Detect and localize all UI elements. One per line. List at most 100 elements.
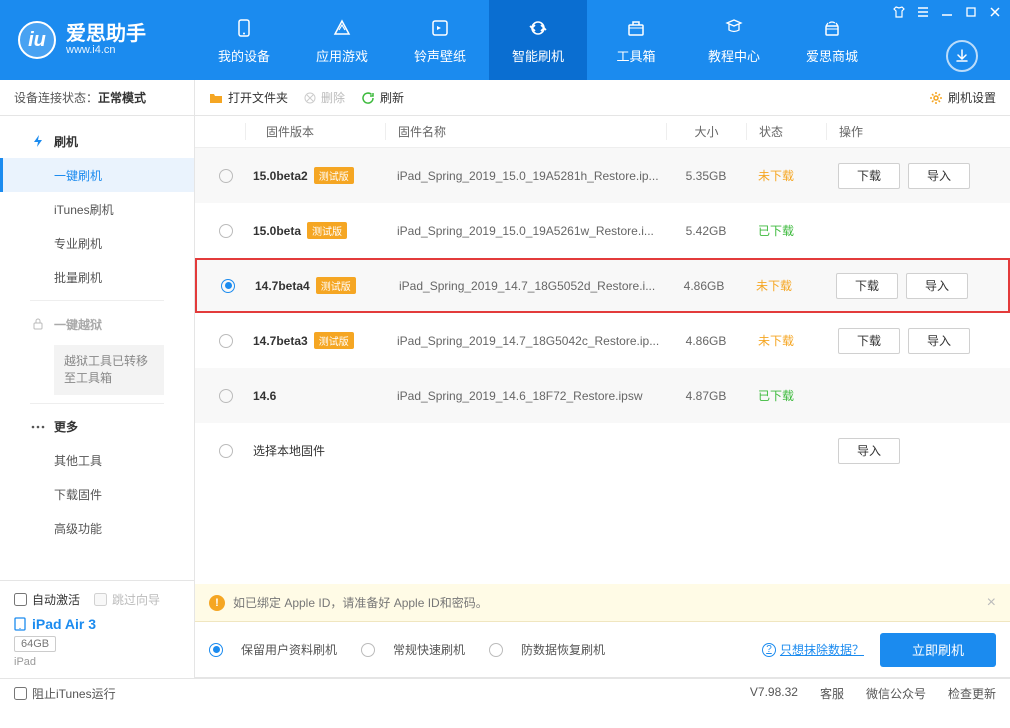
nav-icon xyxy=(622,16,650,40)
wechat-link[interactable]: 微信公众号 xyxy=(866,685,926,702)
firmware-size: 4.87GB xyxy=(666,389,746,403)
sidebar-group-flash[interactable]: 刷机 xyxy=(0,124,194,158)
firmware-name: iPad_Spring_2019_15.0_19A5281h_Restore.i… xyxy=(385,169,666,183)
device-name[interactable]: iPad Air 3 xyxy=(14,616,180,632)
sidebar-item[interactable]: 专业刷机 xyxy=(0,226,194,260)
import-button[interactable]: 导入 xyxy=(838,438,900,464)
more-icon xyxy=(30,419,46,435)
notice-text: 如已绑定 Apple ID，请准备好 Apple ID和密码。 xyxy=(233,594,488,611)
firmware-status: 未下载 xyxy=(744,277,824,294)
firmware-row[interactable]: 14.7beta4 测试版 iPad_Spring_2019_14.7_18G5… xyxy=(195,258,1010,313)
nav-tab-6[interactable]: 爱思商城 xyxy=(783,0,881,80)
firmware-radio[interactable] xyxy=(219,224,233,238)
sidebar-item[interactable]: 批量刷机 xyxy=(0,260,194,294)
main-content: 打开文件夹 删除 刷新 刷机设置 固件版本 固件名称 大小 状态 操 xyxy=(195,80,1010,678)
firmware-row[interactable]: 14.7beta3 测试版 iPad_Spring_2019_14.7_18G5… xyxy=(195,313,1010,368)
firmware-radio[interactable] xyxy=(219,334,233,348)
brand-url: www.i4.cn xyxy=(66,44,146,56)
nav-icon xyxy=(524,16,552,40)
nav-tab-1[interactable]: 应用游戏 xyxy=(293,0,391,80)
options-bar: 保留用户资料刷机 常规快速刷机 防数据恢复刷机 ? 只想抹除数据？ 立即刷机 xyxy=(195,622,1010,678)
firmware-status: 已下载 xyxy=(746,222,826,239)
firmware-status: 未下载 xyxy=(746,332,826,349)
close-icon[interactable] xyxy=(988,5,1002,19)
block-itunes-checkbox[interactable]: 阻止iTunes运行 xyxy=(14,685,116,702)
device-status: 设备连接状态： 正常模式 xyxy=(0,80,194,116)
menu-icon[interactable] xyxy=(916,5,930,19)
sidebar-group-more[interactable]: 更多 xyxy=(0,410,194,444)
download-button[interactable]: 下载 xyxy=(836,273,898,299)
tablet-icon xyxy=(14,617,26,631)
firmware-name: iPad_Spring_2019_15.0_19A5261w_Restore.i… xyxy=(385,224,666,238)
connection-mode: 正常模式 xyxy=(98,89,146,106)
nav-icon xyxy=(328,16,356,40)
firmware-size: 5.35GB xyxy=(666,169,746,183)
info-icon: ? xyxy=(762,643,776,657)
logo-icon: iu xyxy=(18,21,56,59)
firmware-radio[interactable] xyxy=(221,279,235,293)
firmware-name: iPad_Spring_2019_14.7_18G5052d_Restore.i… xyxy=(387,279,664,293)
check-update-link[interactable]: 检查更新 xyxy=(948,685,996,702)
download-button[interactable]: 下载 xyxy=(838,328,900,354)
firmware-radio[interactable] xyxy=(219,389,233,403)
nav-tab-5[interactable]: 教程中心 xyxy=(685,0,783,80)
flash-icon xyxy=(30,133,46,149)
delete-button: 删除 xyxy=(304,89,345,106)
nav-icon xyxy=(720,16,748,40)
option-keep-data[interactable]: 保留用户资料刷机 xyxy=(209,641,337,658)
import-button[interactable]: 导入 xyxy=(908,163,970,189)
support-link[interactable]: 客服 xyxy=(820,685,844,702)
skip-guide-checkbox[interactable]: 跳过向导 xyxy=(94,591,160,608)
download-button[interactable]: 下载 xyxy=(838,163,900,189)
nav-tab-2[interactable]: 铃声壁纸 xyxy=(391,0,489,80)
local-firmware-row[interactable]: 选择本地固件 导入 xyxy=(195,423,1010,478)
firmware-status: 未下载 xyxy=(746,167,826,184)
logo[interactable]: iu 爱思助手 www.i4.cn xyxy=(0,0,195,80)
firmware-size: 4.86GB xyxy=(664,279,744,293)
table-header: 固件版本 固件名称 大小 状态 操作 xyxy=(195,116,1010,148)
sidebar-item[interactable]: 下载固件 xyxy=(0,478,194,512)
firmware-row[interactable]: 15.0beta2 测试版 iPad_Spring_2019_15.0_19A5… xyxy=(195,148,1010,203)
open-folder-button[interactable]: 打开文件夹 xyxy=(209,89,288,106)
firmware-row[interactable]: 14.6 iPad_Spring_2019_14.6_18F72_Restore… xyxy=(195,368,1010,423)
import-button[interactable]: 导入 xyxy=(908,328,970,354)
sidebar: 设备连接状态： 正常模式 刷机 一键刷机iTunes刷机专业刷机批量刷机 一键越… xyxy=(0,80,195,678)
sidebar-item[interactable]: 其他工具 xyxy=(0,444,194,478)
firmware-size: 4.86GB xyxy=(666,334,746,348)
firmware-name: iPad_Spring_2019_14.7_18G5042c_Restore.i… xyxy=(385,334,666,348)
import-button[interactable]: 导入 xyxy=(906,273,968,299)
firmware-radio[interactable] xyxy=(219,169,233,183)
firmware-size: 5.42GB xyxy=(666,224,746,238)
nav-tab-0[interactable]: 我的设备 xyxy=(195,0,293,80)
sidebar-footer: 自动激活 跳过向导 iPad Air 3 64GB iPad xyxy=(0,580,194,678)
nav-tab-4[interactable]: 工具箱 xyxy=(587,0,685,80)
firmware-radio[interactable] xyxy=(219,444,233,458)
window-controls xyxy=(892,5,1002,19)
maximize-icon[interactable] xyxy=(964,5,978,19)
notice-bar: ! 如已绑定 Apple ID，请准备好 Apple ID和密码。 × xyxy=(195,584,1010,622)
minimize-icon[interactable] xyxy=(940,5,954,19)
version-label: V7.98.32 xyxy=(750,685,798,702)
flash-settings-button[interactable]: 刷机设置 xyxy=(929,89,996,106)
erase-data-link[interactable]: ? 只想抹除数据？ xyxy=(762,641,864,658)
firmware-name: iPad_Spring_2019_14.6_18F72_Restore.ipsw xyxy=(385,389,666,403)
option-normal[interactable]: 常规快速刷机 xyxy=(361,641,465,658)
sidebar-item[interactable]: 一键刷机 xyxy=(0,158,194,192)
shirt-icon[interactable] xyxy=(892,5,906,19)
nav-icon xyxy=(426,16,454,40)
flash-now-button[interactable]: 立即刷机 xyxy=(880,633,996,667)
nav-tab-3[interactable]: 智能刷机 xyxy=(489,0,587,80)
notice-close-icon[interactable]: × xyxy=(987,594,996,612)
nav-icon xyxy=(230,16,258,40)
download-manager-icon[interactable] xyxy=(946,40,978,72)
header: iu 爱思助手 www.i4.cn 我的设备应用游戏铃声壁纸智能刷机工具箱教程中… xyxy=(0,0,1010,80)
option-dfu[interactable]: 防数据恢复刷机 xyxy=(489,641,605,658)
sidebar-item[interactable]: iTunes刷机 xyxy=(0,192,194,226)
brand-title: 爱思助手 xyxy=(66,24,146,44)
device-capacity: 64GB xyxy=(14,636,56,652)
firmware-row[interactable]: 15.0beta 测试版 iPad_Spring_2019_15.0_19A52… xyxy=(195,203,1010,258)
auto-activate-checkbox[interactable]: 自动激活 xyxy=(14,591,80,608)
refresh-button[interactable]: 刷新 xyxy=(361,89,404,106)
sidebar-item[interactable]: 高级功能 xyxy=(0,512,194,546)
nav-icon xyxy=(818,16,846,40)
